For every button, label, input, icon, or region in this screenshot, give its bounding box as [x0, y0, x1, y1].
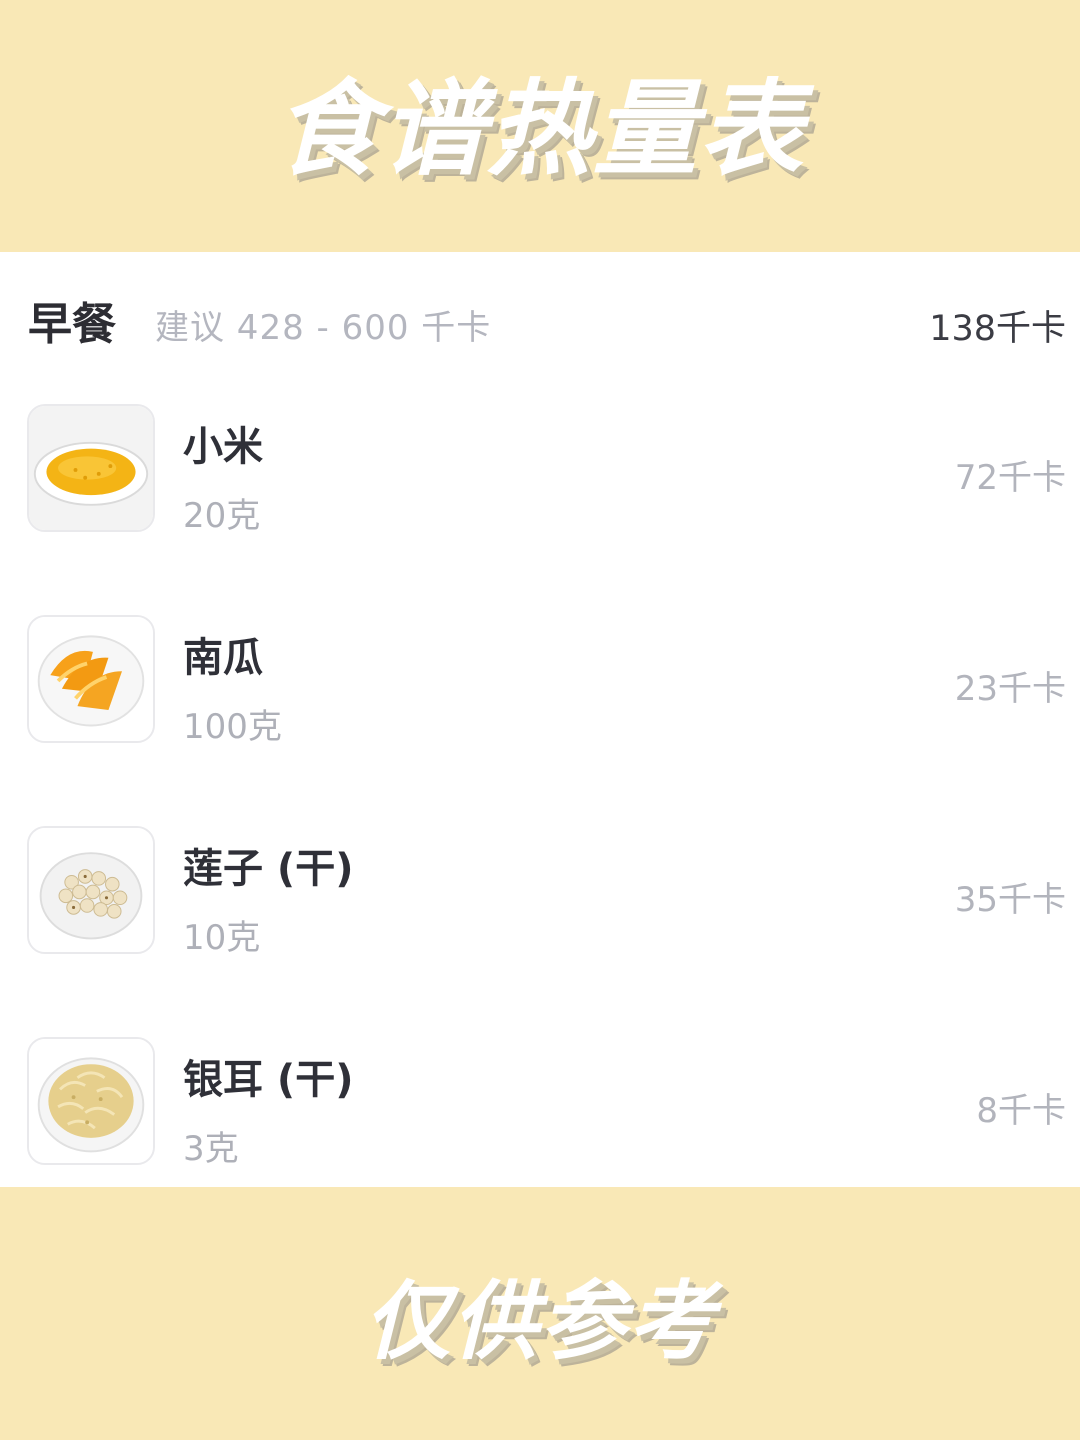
food-list: 小米 20克 72千卡 南瓜 100克 23千卡 莲子 (干) 10克 35千卡…	[0, 404, 1080, 1248]
meal-title: 早餐	[28, 299, 116, 350]
food-kcal: 72千卡	[954, 458, 1066, 498]
white-fungus-plate-icon	[27, 1037, 155, 1165]
food-kcal: 23千卡	[954, 669, 1066, 709]
food-amount: 3克	[183, 1129, 239, 1169]
meal-total-kcal: 138千卡	[929, 309, 1066, 349]
food-amount: 10克	[183, 918, 261, 958]
meal-header: 早餐 建议 428 - 600 千卡 138千卡	[0, 252, 1080, 384]
footer-note: 仅供参考	[364, 1272, 716, 1372]
meal-suggestion: 建议 428 - 600 千卡	[155, 308, 492, 348]
food-kcal: 35千卡	[954, 880, 1066, 920]
millet-plate-icon	[27, 404, 155, 532]
food-name: 南瓜	[183, 635, 263, 681]
food-kcal: 8千卡	[976, 1091, 1066, 1131]
food-amount: 100克	[183, 707, 282, 747]
meal-card: 早餐 建议 428 - 600 千卡 138千卡 小米 20克 72千卡 南瓜 …	[0, 252, 1080, 1187]
lotus-seed-bowl-icon	[27, 826, 155, 954]
food-name: 银耳 (干)	[183, 1057, 354, 1103]
food-name: 小米	[183, 424, 263, 470]
page-title: 食谱热量表	[274, 67, 805, 190]
pumpkin-plate-icon	[27, 615, 155, 743]
top-banner: 食谱热量表	[0, 0, 1080, 252]
food-item-lotus-seed[interactable]: 莲子 (干) 10克 35千卡	[0, 826, 1080, 1037]
food-item-millet[interactable]: 小米 20克 72千卡	[0, 404, 1080, 615]
bottom-banner: 仅供参考	[0, 1187, 1080, 1440]
food-name: 莲子 (干)	[183, 846, 354, 892]
food-amount: 20克	[183, 496, 261, 536]
food-item-pumpkin[interactable]: 南瓜 100克 23千卡	[0, 615, 1080, 826]
